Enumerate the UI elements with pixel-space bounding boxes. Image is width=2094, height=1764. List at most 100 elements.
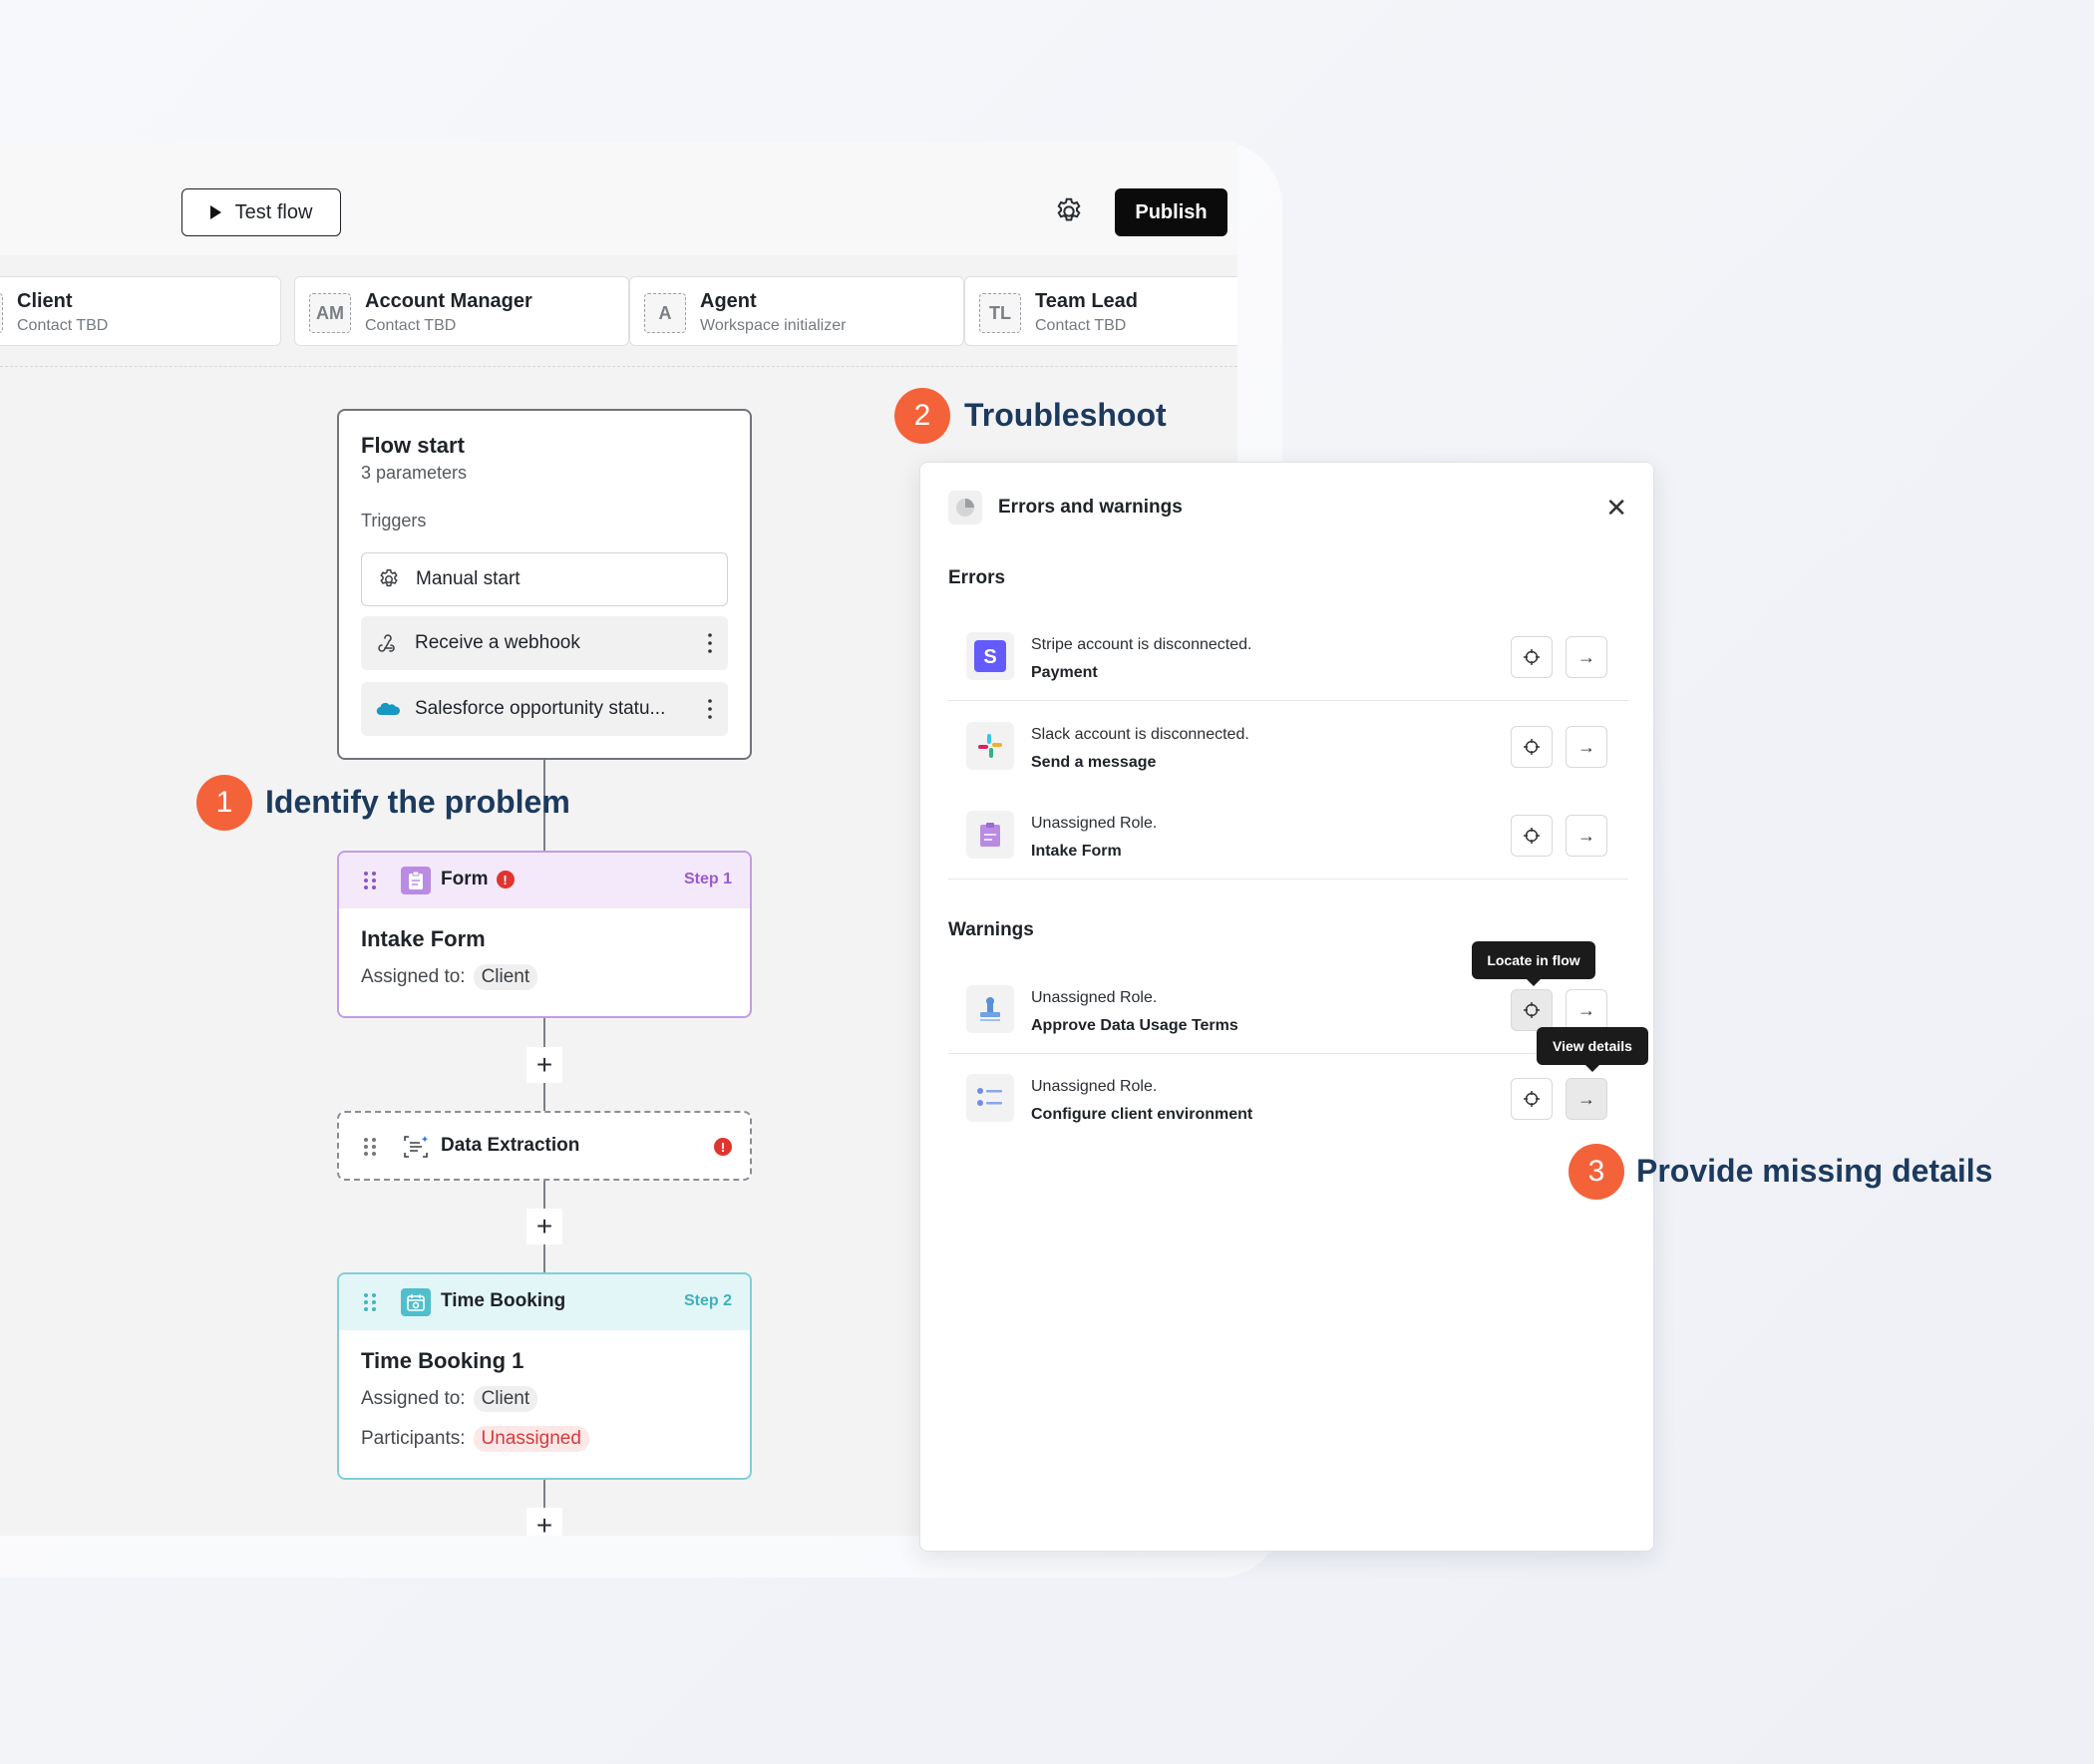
role-subtitle: Contact TBD xyxy=(365,317,457,334)
flow-start-node[interactable]: Flow start 3 parameters Triggers Manual … xyxy=(337,409,752,760)
node-type: Form ! xyxy=(441,869,515,890)
arrow-right-icon: → xyxy=(1577,646,1595,667)
drag-handle-icon[interactable] xyxy=(363,1137,377,1157)
node-type-label: Form xyxy=(441,869,489,889)
drag-handle-icon[interactable] xyxy=(363,1292,377,1312)
role-card-agent[interactable]: A Agent Workspace initializer xyxy=(629,276,964,346)
role-avatar: AM xyxy=(309,293,351,333)
locate-in-flow-button[interactable] xyxy=(1511,989,1553,1031)
add-step-button[interactable]: + xyxy=(526,1047,562,1083)
node-header: Form ! Step 1 xyxy=(339,853,750,908)
role-card-client[interactable]: C Client Contact TBD xyxy=(0,276,281,346)
form-icon xyxy=(401,867,431,894)
publish-button[interactable]: Publish xyxy=(1115,188,1227,236)
test-flow-button[interactable]: Test flow xyxy=(181,188,341,236)
trigger-salesforce[interactable]: Salesforce opportunity statu... xyxy=(361,682,728,736)
checklist-icon xyxy=(966,1074,1014,1122)
tooltip-locate-in-flow: Locate in flow xyxy=(1472,941,1595,986)
issue-target: Send a message xyxy=(1031,754,1157,771)
assigned-row: Assigned to: Client xyxy=(361,1386,538,1412)
node-title: Intake Form xyxy=(361,926,486,951)
trigger-manual-start[interactable]: Manual start xyxy=(361,552,728,606)
locate-in-flow-button[interactable] xyxy=(1511,815,1553,857)
assigned-label: Assigned to: xyxy=(361,1388,466,1409)
view-details-button[interactable]: → xyxy=(1566,726,1607,768)
trigger-label: Manual start xyxy=(416,568,521,589)
issue-message: Unassigned Role. xyxy=(1031,1078,1158,1095)
participants-label: Participants: xyxy=(361,1428,466,1449)
arrow-right-icon: → xyxy=(1577,1088,1595,1109)
locate-in-flow-button[interactable] xyxy=(1511,1078,1553,1120)
gear-icon xyxy=(376,566,402,592)
more-options-icon[interactable] xyxy=(708,632,712,654)
locate-in-flow-button[interactable] xyxy=(1511,726,1553,768)
view-details-button[interactable]: → xyxy=(1566,815,1607,857)
assignee-chip: Client xyxy=(473,964,538,990)
add-step-button[interactable]: + xyxy=(526,1209,562,1244)
salesforce-icon xyxy=(375,696,401,722)
pie-chart-icon xyxy=(948,491,982,525)
issue-target: Approve Data Usage Terms xyxy=(1031,1017,1238,1034)
roles-divider xyxy=(0,366,1237,367)
error-item: Unassigned Role. Intake Form → xyxy=(948,791,1628,880)
error-icon: ! xyxy=(714,1138,732,1156)
time-booking-node[interactable]: Time Booking Step 2 Time Booking 1 Assig… xyxy=(337,1272,752,1480)
role-name: Team Lead xyxy=(1035,290,1138,312)
more-options-icon[interactable] xyxy=(708,698,712,720)
panel-title: Errors and warnings xyxy=(998,497,1183,518)
role-name: Account Manager xyxy=(365,290,532,312)
error-item: S Stripe account is disconnected. Paymen… xyxy=(948,612,1628,701)
crosshair-icon xyxy=(1524,739,1540,755)
arrow-right-icon: → xyxy=(1577,999,1595,1020)
assignee-chip: Client xyxy=(473,1386,538,1412)
flow-start-parameters: 3 parameters xyxy=(361,463,468,483)
view-details-button[interactable]: → xyxy=(1566,1078,1607,1120)
view-details-button[interactable]: → xyxy=(1566,989,1607,1031)
crosshair-icon xyxy=(1524,1091,1540,1107)
role-subtitle: Workspace initializer xyxy=(700,317,847,334)
role-avatar: TL xyxy=(979,293,1021,333)
issue-message: Slack account is disconnected. xyxy=(1031,726,1249,743)
trigger-webhook[interactable]: Receive a webhook xyxy=(361,616,728,670)
close-icon[interactable]: ✕ xyxy=(1605,493,1627,524)
errors-warnings-panel: Errors and warnings ✕ Errors S Stripe ac… xyxy=(919,462,1654,1552)
role-subtitle: Contact TBD xyxy=(1035,317,1127,334)
settings-gear-icon[interactable] xyxy=(1053,195,1085,227)
data-extraction-node[interactable]: Data Extraction ! xyxy=(337,1111,752,1181)
stamp-icon xyxy=(966,985,1014,1033)
role-name: Client xyxy=(17,290,73,312)
role-name: Agent xyxy=(700,290,757,312)
drag-handle-icon[interactable] xyxy=(363,871,377,890)
assigned-label: Assigned to: xyxy=(361,966,466,987)
role-card-account-manager[interactable]: AM Account Manager Contact TBD xyxy=(294,276,629,346)
slack-icon xyxy=(966,722,1014,770)
issue-target: Intake Form xyxy=(1031,843,1122,860)
callout-badge-3: 3 xyxy=(1569,1144,1624,1200)
node-type-label: Data Extraction xyxy=(441,1135,580,1156)
form-icon xyxy=(966,811,1014,859)
arrow-right-icon: → xyxy=(1577,825,1595,846)
node-title: Time Booking 1 xyxy=(361,1348,524,1373)
play-icon xyxy=(209,205,221,219)
tooltip-view-details: View details xyxy=(1537,1027,1648,1072)
issue-message: Stripe account is disconnected. xyxy=(1031,636,1252,653)
role-avatar: A xyxy=(644,293,686,333)
form-node[interactable]: Form ! Step 1 Intake Form Assigned to: C… xyxy=(337,851,752,1018)
issue-message: Unassigned Role. xyxy=(1031,815,1158,832)
callout-badge-2: 2 xyxy=(894,388,950,444)
callout-badge-1: 1 xyxy=(196,775,252,831)
issue-target: Configure client environment xyxy=(1031,1106,1253,1123)
crosshair-icon xyxy=(1524,649,1540,665)
calendar-icon xyxy=(401,1288,431,1316)
svg-text:S: S xyxy=(983,646,996,668)
participants-row: Participants: Unassigned xyxy=(361,1426,589,1452)
warnings-heading: Warnings xyxy=(948,919,1034,940)
issue-message: Unassigned Role. xyxy=(1031,989,1158,1006)
locate-in-flow-button[interactable] xyxy=(1511,636,1553,678)
step-label: Step 2 xyxy=(683,1292,732,1309)
view-details-button[interactable]: → xyxy=(1566,636,1607,678)
trigger-label: Receive a webhook xyxy=(415,632,580,653)
node-type-label: Time Booking xyxy=(441,1290,566,1311)
node-header: Time Booking Step 2 xyxy=(339,1274,750,1330)
errors-heading: Errors xyxy=(948,567,1006,588)
